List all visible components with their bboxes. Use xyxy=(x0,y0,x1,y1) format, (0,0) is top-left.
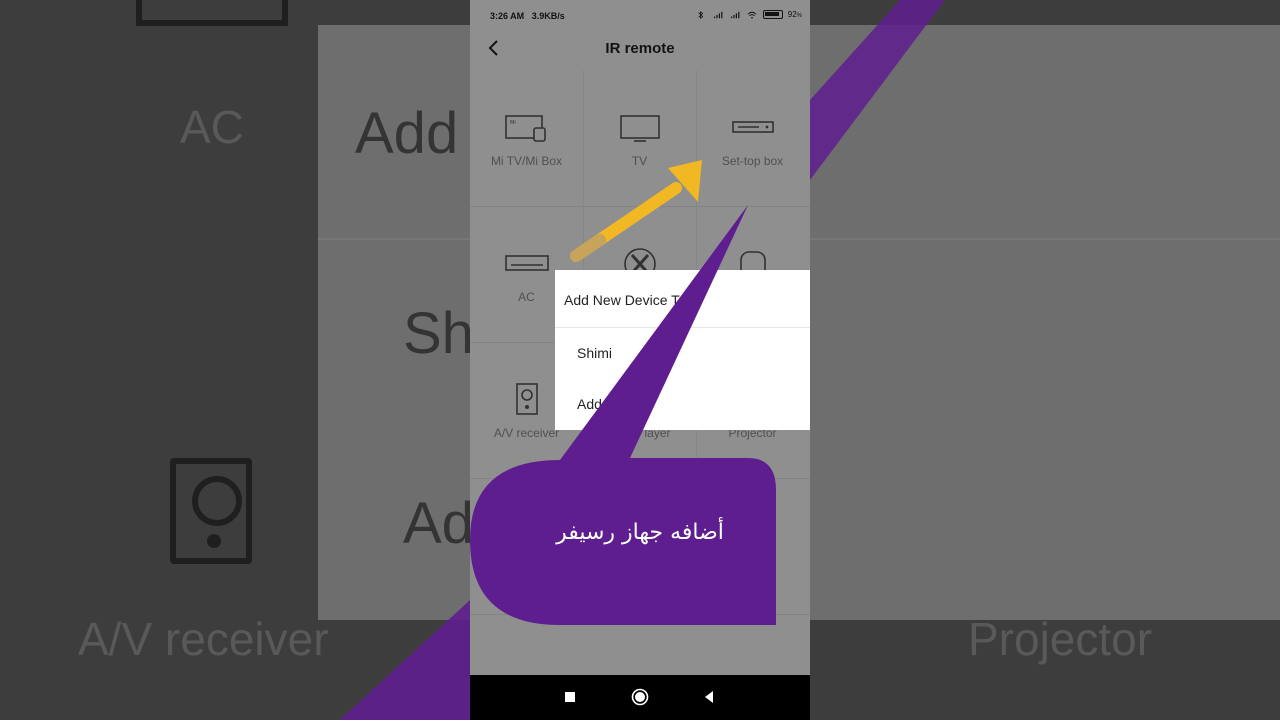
background-text-ac: AC xyxy=(180,101,244,153)
add-device-dialog: Add New Device T Shimi Add xyxy=(555,270,810,430)
background-text-av-receiver: A/V receiver xyxy=(78,613,329,665)
square-recents-icon[interactable] xyxy=(563,688,577,706)
background-speaker-icon xyxy=(170,458,252,564)
dialog-divider xyxy=(555,327,810,328)
dialog-option-add[interactable]: Add xyxy=(577,396,602,412)
dialog-title: Add New Device T xyxy=(564,292,680,308)
circle-home-icon[interactable] xyxy=(630,688,650,706)
triangle-back-icon[interactable] xyxy=(702,688,716,706)
background-text-projector: Projector xyxy=(968,613,1153,665)
system-nav-bar xyxy=(470,675,810,720)
background-text-add: Add xyxy=(355,101,459,166)
background-box-shape xyxy=(136,0,288,26)
annotation-caption: أضافه جهاز رسيفر xyxy=(556,520,724,545)
background-text-sh: Sh xyxy=(403,301,474,366)
dialog-option-shimi[interactable]: Shimi xyxy=(577,345,612,361)
phone-screen: 3:26 AM 3.9KB/s 92% IR remote Mi Mi TV/M… xyxy=(470,0,810,720)
